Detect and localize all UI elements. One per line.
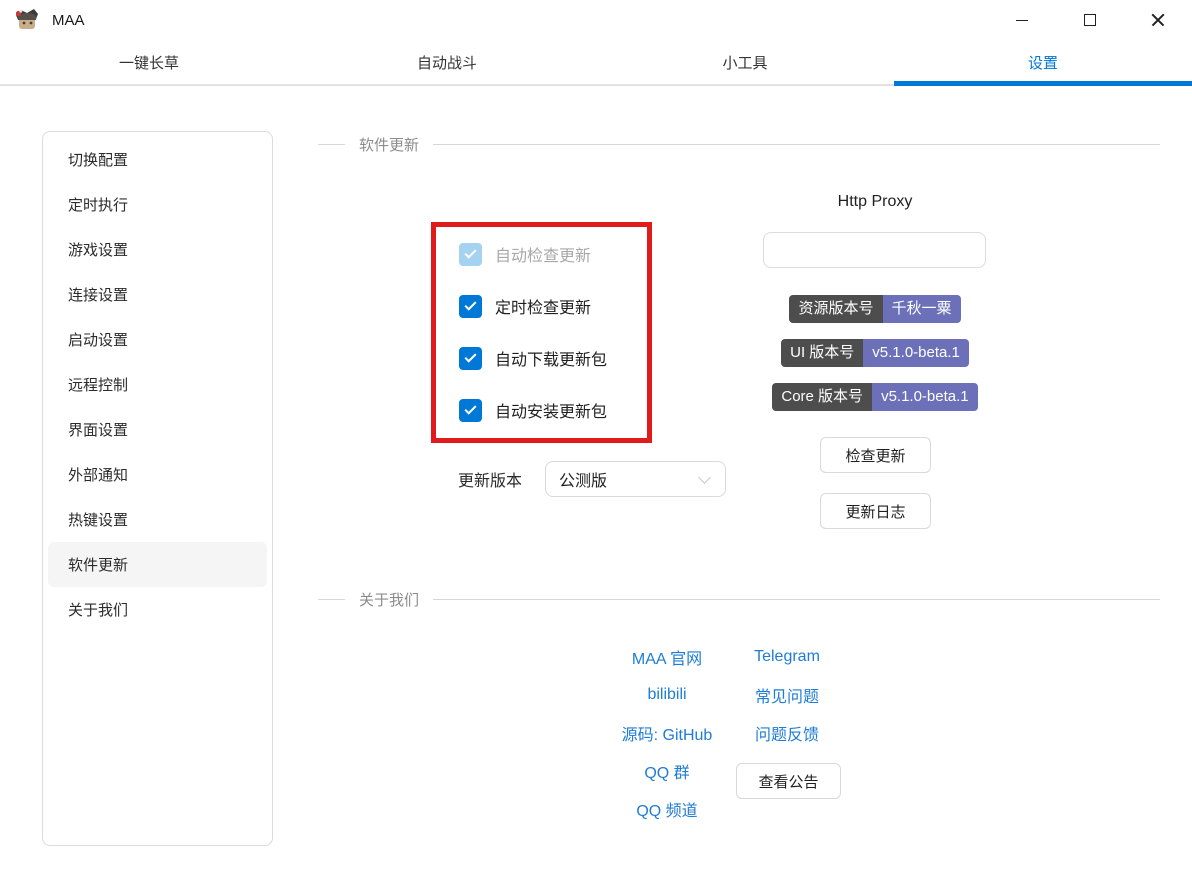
section-title: 关于我们 [359, 591, 420, 609]
checkmark-icon [464, 298, 477, 311]
sidebar-item-ui-settings[interactable]: 界面设置 [48, 407, 267, 452]
checkbox-icon[interactable] [459, 346, 482, 370]
checkbox-auto-download-package[interactable]: 自动下载更新包 [459, 332, 647, 384]
checkbox-icon [459, 242, 482, 266]
link-maa-website[interactable]: MAA 官网 [597, 638, 737, 676]
section-header-software-update: 软件更新 [318, 134, 1160, 154]
sidebar-item-software-update[interactable]: 软件更新 [48, 542, 267, 587]
sidebar-item-hotkey-settings[interactable]: 热键设置 [48, 497, 267, 542]
red-annotation-box: 自动检查更新 定时检查更新 自动下载更新包 自动安装更新包 [431, 222, 652, 443]
checkbox-label: 自动检查更新 [495, 248, 592, 265]
checkmark-icon [464, 246, 477, 259]
link-qq-channel[interactable]: QQ 频道 [597, 790, 737, 828]
sidebar-item-remote-control[interactable]: 远程控制 [48, 362, 267, 407]
badge-label: UI 版本号 [781, 339, 864, 367]
link-qq-group[interactable]: QQ 群 [597, 752, 737, 790]
checkbox-label: 自动下载更新包 [495, 352, 608, 369]
sidebar-item-about-us[interactable]: 关于我们 [48, 587, 267, 632]
checkbox-auto-check-update: 自动检查更新 [459, 228, 647, 280]
maa-avatar-icon [15, 9, 38, 29]
maximize-icon [1084, 14, 1096, 26]
link-bilibili[interactable]: bilibili [597, 676, 737, 714]
tab-bar: 一键长草 自动战斗 小工具 设置 [0, 40, 1192, 86]
checkbox-label: 定时检查更新 [495, 300, 592, 317]
chevron-down-icon [698, 471, 711, 484]
titlebar: MAA [0, 0, 1192, 40]
checkbox-label: 自动安装更新包 [495, 404, 608, 421]
checkmark-icon [464, 350, 477, 363]
about-links-right: Telegram 常见问题 问题反馈 [717, 638, 857, 752]
http-proxy-input[interactable] [763, 232, 986, 268]
section-header-about-us: 关于我们 [318, 589, 1160, 609]
link-github-source[interactable]: 源码: GitHub [597, 714, 737, 752]
sidebar-item-connection-settings[interactable]: 连接设置 [48, 272, 267, 317]
about-links-left: MAA 官网 bilibili 源码: GitHub QQ 群 QQ 频道 [597, 638, 737, 828]
section-title: 软件更新 [359, 136, 420, 154]
badge-value: 千秋一粟 [882, 295, 961, 323]
window-controls [988, 0, 1192, 40]
section-line [433, 598, 1160, 600]
sidebar-item-switch-config[interactable]: 切换配置 [48, 137, 267, 182]
badge-value: v5.1.0-beta.1 [872, 383, 978, 411]
update-channel-row: 更新版本 公测版 [458, 461, 727, 497]
view-announcement-button[interactable]: 查看公告 [736, 763, 841, 799]
badge-value: v5.1.0-beta.1 [863, 339, 969, 367]
minimize-icon [1016, 19, 1028, 21]
section-line [433, 143, 1160, 145]
tab-tools[interactable]: 小工具 [596, 40, 894, 84]
update-channel-label: 更新版本 [458, 473, 523, 490]
resource-version-badge: 资源版本号 千秋一粟 [789, 295, 961, 323]
tab-copilot[interactable]: 自动战斗 [298, 40, 596, 84]
core-version-badge: Core 版本号 v5.1.0-beta.1 [772, 383, 978, 411]
tab-farming[interactable]: 一键长草 [0, 40, 298, 84]
maximize-button[interactable] [1056, 0, 1124, 40]
sidebar-item-external-notification[interactable]: 外部通知 [48, 452, 267, 497]
settings-page: 切换配置 定时执行 游戏设置 连接设置 启动设置 远程控制 界面设置 外部通知 … [0, 86, 1192, 893]
checkmark-icon [464, 402, 477, 415]
app-title: MAA [52, 11, 85, 29]
minimize-button[interactable] [988, 0, 1056, 40]
version-badges: 资源版本号 千秋一粟 UI 版本号 v5.1.0-beta.1 Core 版本号… [683, 295, 1067, 411]
badge-label: Core 版本号 [772, 383, 873, 411]
checkbox-icon[interactable] [459, 398, 482, 422]
changelog-button[interactable]: 更新日志 [820, 493, 931, 529]
selected-option: 公测版 [559, 473, 608, 490]
settings-sidebar: 切换配置 定时执行 游戏设置 连接设置 启动设置 远程控制 界面设置 外部通知 … [42, 131, 273, 846]
link-telegram[interactable]: Telegram [717, 638, 857, 676]
checkbox-auto-install-package[interactable]: 自动安装更新包 [459, 384, 647, 436]
close-icon [1151, 13, 1165, 27]
tab-settings[interactable]: 设置 [894, 40, 1192, 86]
sidebar-item-scheduled-run[interactable]: 定时执行 [48, 182, 267, 227]
checkbox-scheduled-check-update[interactable]: 定时检查更新 [459, 280, 647, 332]
ui-version-badge: UI 版本号 v5.1.0-beta.1 [781, 339, 969, 367]
section-line [318, 143, 345, 145]
badge-label: 资源版本号 [789, 295, 883, 323]
link-feedback[interactable]: 问题反馈 [717, 714, 857, 752]
checkbox-icon[interactable] [459, 294, 482, 318]
update-channel-select[interactable]: 公测版 [545, 461, 727, 497]
close-button[interactable] [1124, 0, 1192, 40]
http-proxy-title: Http Proxy [837, 193, 913, 210]
sidebar-item-game-settings[interactable]: 游戏设置 [48, 227, 267, 272]
check-update-button[interactable]: 检查更新 [820, 437, 931, 473]
link-faq[interactable]: 常见问题 [717, 676, 857, 714]
sidebar-item-startup-settings[interactable]: 启动设置 [48, 317, 267, 362]
section-line [318, 598, 345, 600]
